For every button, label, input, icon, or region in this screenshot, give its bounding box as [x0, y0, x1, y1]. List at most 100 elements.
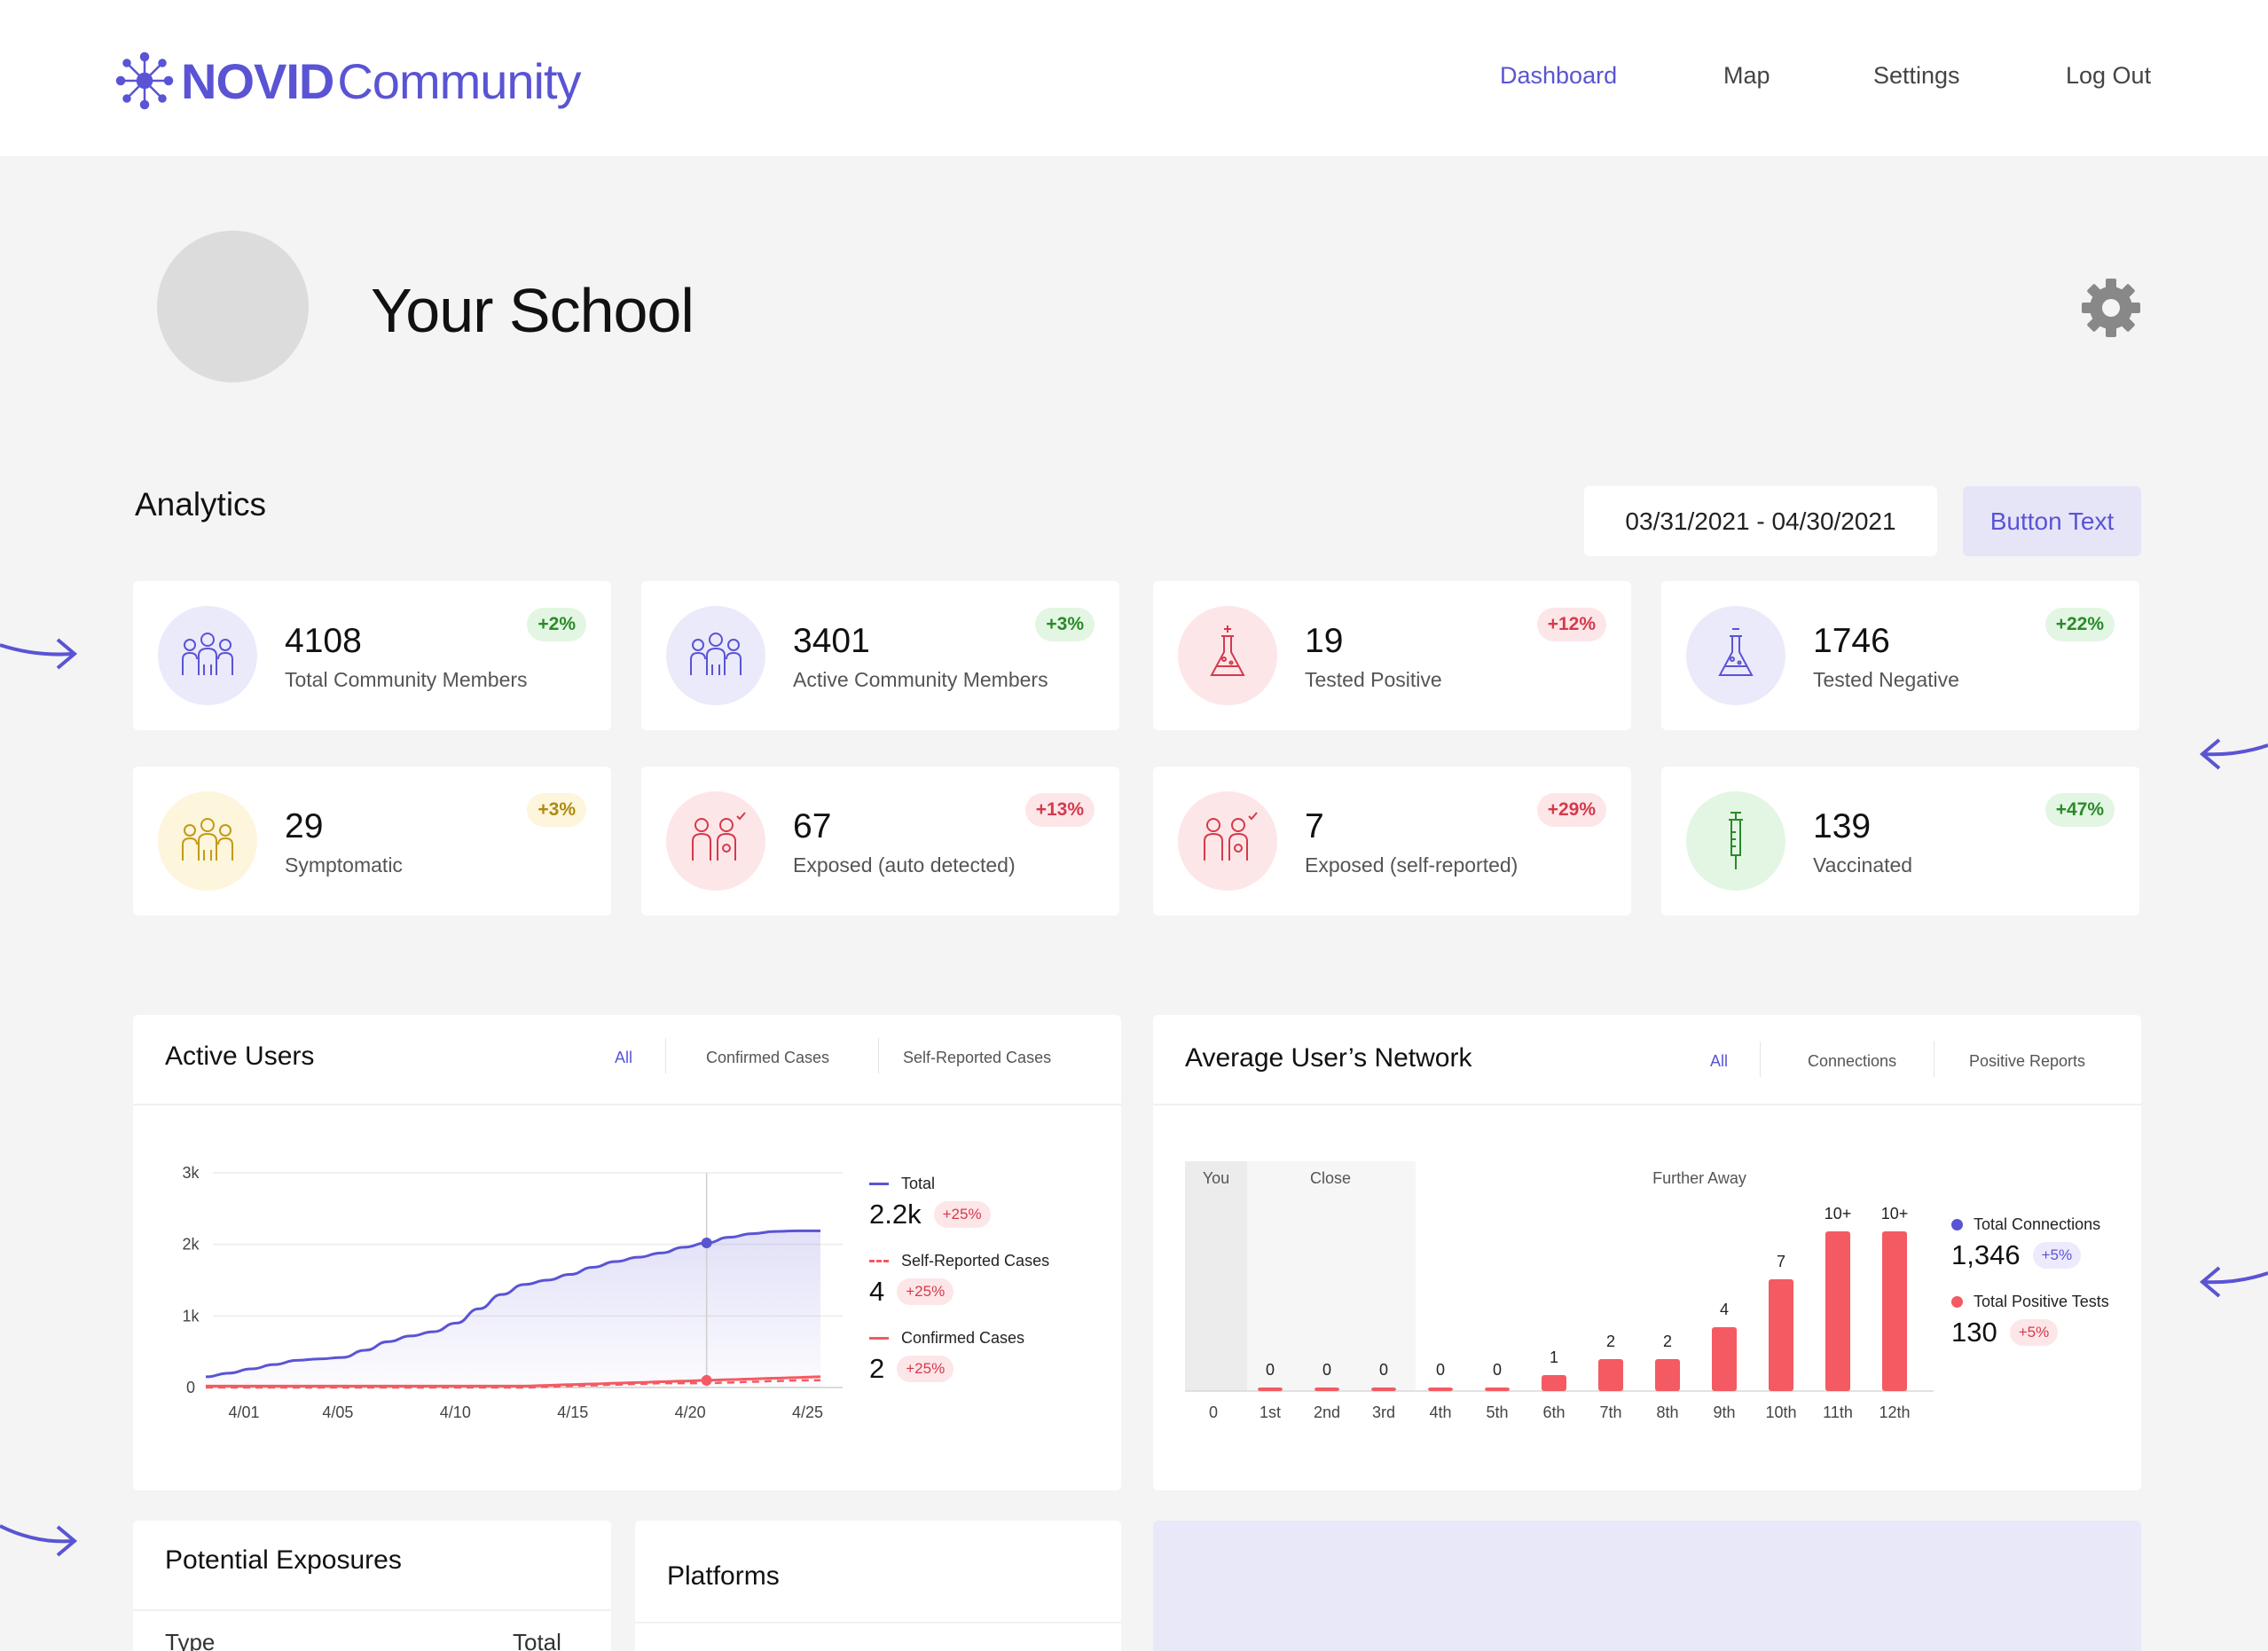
tab-positive-reports[interactable]: Positive Reports	[1969, 1052, 2085, 1071]
stat-card[interactable]: 7 Exposed (self-reported) +29%	[1153, 767, 1631, 916]
active-users-panel: Active Users All Confirmed Cases Self-Re…	[133, 1015, 1121, 1490]
stat-card[interactable]: 4108 Total Community Members +2%	[133, 581, 611, 730]
arrow-right-icon	[0, 1524, 78, 1557]
x-tick-label: 5th	[1486, 1403, 1508, 1421]
legend-value: 2	[869, 1353, 885, 1384]
bar-value-label: 2	[1606, 1333, 1615, 1350]
brand-name-light: Community	[337, 52, 581, 109]
bar	[1485, 1388, 1510, 1391]
region-close	[1247, 1161, 1416, 1391]
stat-card[interactable]: 29 Symptomatic +3%	[133, 767, 611, 916]
tab-all[interactable]: All	[615, 1049, 632, 1067]
legend-swatch	[869, 1183, 889, 1185]
network-legend: Total Connections 1,346 +5% Total Positiv…	[1951, 1215, 2109, 1348]
legend-value: 130	[1951, 1317, 1997, 1348]
x-tick-label: 3rd	[1372, 1403, 1395, 1421]
legend-dot	[1951, 1219, 1963, 1230]
x-tick-label: 10th	[1765, 1403, 1796, 1421]
column-header-type[interactable]: Type	[165, 1629, 215, 1651]
gear-icon[interactable]	[2080, 277, 2142, 339]
people-icon	[666, 606, 765, 705]
analytics-title: Analytics	[135, 486, 267, 523]
bar	[1712, 1327, 1737, 1391]
legend-item-total-connections[interactable]: Total Connections 1,346 +5%	[1951, 1215, 2109, 1271]
legend-item-total[interactable]: Total 2.2k +25%	[869, 1175, 1049, 1230]
legend-item-total-positive-tests[interactable]: Total Positive Tests 130 +5%	[1951, 1293, 2109, 1348]
stat-card[interactable]: 3401 Active Community Members +3%	[641, 581, 1119, 730]
arrow-left-icon	[2199, 738, 2268, 770]
platforms-title: Platforms	[667, 1561, 780, 1591]
bar	[1428, 1388, 1453, 1391]
tab-connections[interactable]: Connections	[1808, 1052, 1896, 1071]
stat-card[interactable]: 1746 Tested Negative +22%	[1661, 581, 2139, 730]
stat-card[interactable]: 19 Tested Positive +12%	[1153, 581, 1631, 730]
x-tick-label: 12th	[1879, 1403, 1910, 1421]
tab-all[interactable]: All	[1710, 1052, 1728, 1071]
network-panel: Average User’s Network All Connections P…	[1153, 1015, 2141, 1490]
x-tick-label: 4/15	[557, 1403, 588, 1421]
x-tick-label: 11th	[1823, 1403, 1853, 1421]
bar	[1542, 1375, 1566, 1391]
y-tick-label: 0	[186, 1379, 195, 1396]
stat-value: 7	[1305, 807, 1324, 845]
tab-confirmed-cases[interactable]: Confirmed Cases	[706, 1049, 829, 1067]
legend-label: Total Connections	[1974, 1215, 2101, 1233]
x-tick-label: 9th	[1713, 1403, 1735, 1421]
brand-name-bold: NOVID	[181, 52, 334, 109]
stat-card[interactable]: 67 Exposed (auto detected) +13%	[641, 767, 1119, 916]
bar-value-label: 0	[1493, 1361, 1502, 1379]
legend-value: 1,346	[1951, 1239, 2021, 1270]
hover-point-confirmed	[701, 1374, 712, 1386]
bar-value-label: 4	[1720, 1301, 1729, 1318]
action-button[interactable]: Button Text	[1963, 486, 2141, 556]
nav-log-out[interactable]: Log Out	[2066, 62, 2151, 90]
bar-value-label: 0	[1266, 1361, 1275, 1379]
x-tick-label: 4th	[1429, 1403, 1451, 1421]
x-tick-label: 4/01	[228, 1403, 259, 1421]
nav-dashboard[interactable]: Dashboard	[1500, 62, 1617, 90]
stat-change-badge: +3%	[527, 793, 586, 827]
active-users-chart[interactable]: 0 1k 2k 3k 4/01 4/05 4/10 4/15 4/20 4/25	[133, 1139, 843, 1432]
legend-swatch	[869, 1260, 889, 1262]
tab-self-reported-cases[interactable]: Self-Reported Cases	[903, 1049, 1051, 1067]
school-avatar[interactable]	[157, 231, 309, 382]
brand-logo[interactable]: NOVID Community	[114, 50, 582, 112]
legend-change-badge: +5%	[2009, 1319, 2059, 1346]
symptomatic-people-icon	[158, 791, 257, 891]
panel-divider	[133, 1609, 611, 1611]
column-header-total[interactable]: Total	[513, 1629, 561, 1651]
stat-card[interactable]: 139 Vaccinated +47%	[1661, 767, 2139, 916]
legend-item-confirmed[interactable]: Confirmed Cases 2 +25%	[869, 1329, 1049, 1385]
network-title: Average User’s Network	[1185, 1043, 1472, 1073]
syringe-icon	[1686, 791, 1785, 891]
y-tick-label: 2k	[182, 1236, 200, 1254]
stat-label: Active Community Members	[793, 668, 1048, 691]
stat-change-badge: +13%	[1024, 793, 1095, 827]
nav-settings[interactable]: Settings	[1873, 62, 1960, 90]
stat-value: 19	[1305, 622, 1344, 660]
date-range-picker[interactable]: 03/31/2021 - 04/30/2021	[1584, 486, 1937, 556]
exposed-people-icon	[1178, 791, 1277, 891]
platforms-card: Platforms	[635, 1521, 1121, 1651]
stat-value: 4108	[285, 622, 362, 660]
stat-value: 29	[285, 807, 324, 845]
bar-value-label: 10+	[1881, 1205, 1909, 1223]
legend-item-self-reported[interactable]: Self-Reported Cases 4 +25%	[869, 1252, 1049, 1308]
stat-label: Vaccinated	[1813, 853, 1913, 877]
stat-change-badge: +3%	[1035, 608, 1095, 641]
panel-divider	[635, 1622, 1121, 1623]
network-chart[interactable]: You Close Further Away 0 1st 0 2nd 0 3rd 0 4th 0 5th…	[1153, 1139, 1934, 1450]
placeholder-card	[1153, 1521, 2141, 1651]
flask-negative-icon	[1686, 606, 1785, 705]
arrow-right-icon	[0, 638, 78, 670]
region-label-further-away: Further Away	[1652, 1169, 1746, 1187]
x-tick-label: 6th	[1542, 1403, 1565, 1421]
stat-label: Tested Negative	[1813, 668, 1959, 691]
legend-change-badge: +5%	[2032, 1242, 2082, 1269]
panel-divider	[1153, 1104, 2141, 1105]
nav-map[interactable]: Map	[1723, 62, 1770, 90]
legend-value: 4	[869, 1276, 885, 1307]
x-tick-label: 4/10	[440, 1403, 471, 1421]
arrow-left-icon	[2199, 1266, 2268, 1298]
legend-dot	[1951, 1296, 1963, 1308]
